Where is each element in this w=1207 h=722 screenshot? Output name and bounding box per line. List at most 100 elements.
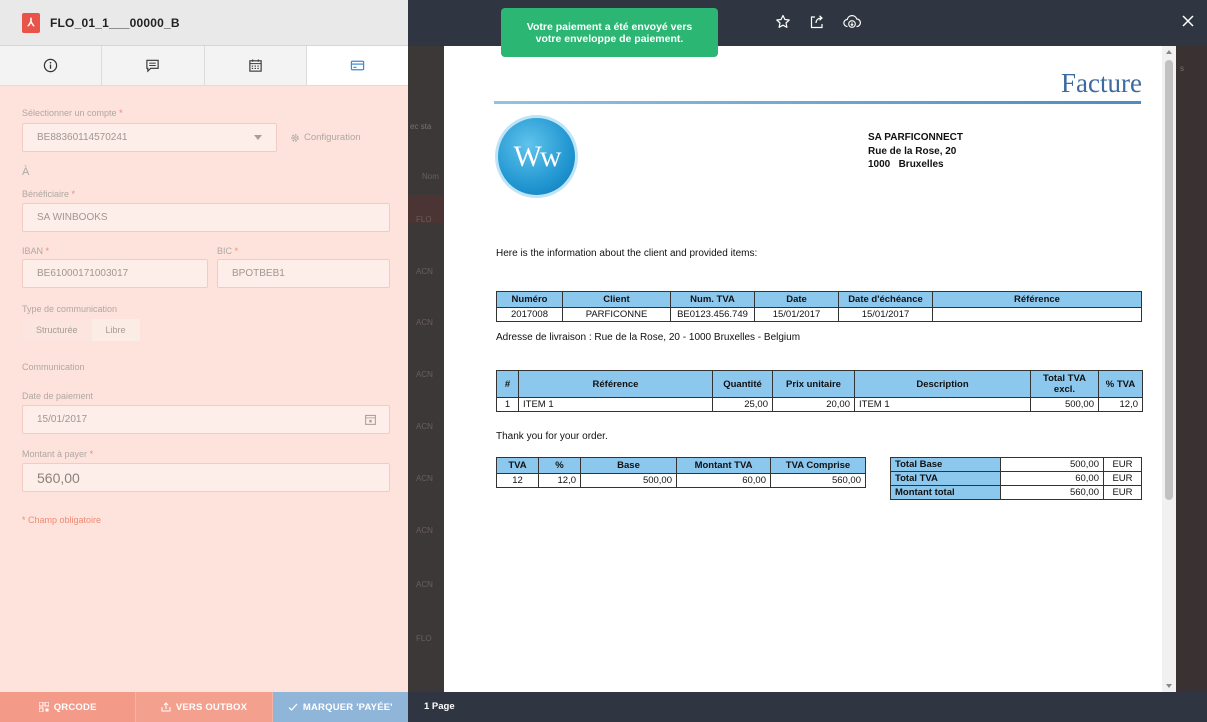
col-header: Date d'échéance xyxy=(838,291,933,308)
outbox-icon xyxy=(161,702,171,712)
backdrop-right xyxy=(1176,46,1207,692)
mark-paid-button[interactable]: MARQUER 'PAYÉE' xyxy=(272,692,408,722)
thanks-note: Thank you for your order. xyxy=(496,431,608,442)
beneficiary-label: Bénéficiaire * xyxy=(22,189,76,199)
comm-type-structured[interactable]: Structurée xyxy=(22,319,92,341)
table-row: Total Base 500,00 EUR xyxy=(890,457,1142,472)
bic-label: BIC * xyxy=(217,246,239,256)
qrcode-label: QRCODE xyxy=(53,701,97,713)
col-header: Total TVA excl. xyxy=(1030,370,1099,398)
panel-tabs xyxy=(0,46,408,86)
scroll-up-arrow[interactable] xyxy=(1166,50,1172,54)
chevron-down-icon xyxy=(254,135,262,140)
mark-paid-label: MARQUER 'PAYÉE' xyxy=(302,701,393,713)
comment-icon xyxy=(146,59,160,73)
total-currency: EUR xyxy=(1103,471,1142,486)
card-icon xyxy=(350,60,365,71)
date-label: Date de paiement xyxy=(22,391,94,401)
total-currency: EUR xyxy=(1103,485,1142,500)
beneficiary-value: SA WINBOOKS xyxy=(37,212,108,223)
backdrop-list-strip xyxy=(408,46,444,692)
to-heading: À xyxy=(22,166,30,178)
beneficiary-input[interactable]: SA WINBOOKS xyxy=(22,203,390,232)
tab-comments[interactable] xyxy=(102,46,205,85)
backdrop-row: FLO xyxy=(416,634,432,643)
backdrop-row: ACN xyxy=(416,370,433,379)
company-logo: Ww xyxy=(495,115,578,198)
cell xyxy=(932,307,1142,322)
cell: 12 xyxy=(496,473,539,488)
payment-panel: ⅄ FLO_01_1___00000_B Sélectionner un com… xyxy=(0,0,408,722)
iban-value: BE61000171003017 xyxy=(37,268,129,279)
tab-info[interactable] xyxy=(0,46,103,85)
cell: 1 xyxy=(496,397,519,412)
qrcode-button[interactable]: QRCODE xyxy=(0,692,136,722)
cell: 60,00 xyxy=(676,473,771,488)
file-titlebar: ⅄ FLO_01_1___00000_B xyxy=(0,0,408,46)
check-icon xyxy=(288,703,298,711)
cell: 20,00 xyxy=(772,397,855,412)
iban-input[interactable]: BE61000171003017 xyxy=(22,259,208,288)
col-header: Montant TVA xyxy=(676,457,771,474)
scrollbar-thumb[interactable] xyxy=(1165,60,1173,500)
required-note: * Champ obligatoire xyxy=(22,515,102,525)
col-header: Num. TVA xyxy=(670,291,755,308)
col-header: Date xyxy=(754,291,839,308)
col-header: Référence xyxy=(932,291,1142,308)
calendar-icon xyxy=(248,59,262,72)
cell: 25,00 xyxy=(712,397,773,412)
date-input[interactable]: 15/01/2017 xyxy=(22,405,390,434)
panel-footer: QRCODE VERS OUTBOX MARQUER 'PAYÉE' xyxy=(0,692,408,722)
col-header: Base xyxy=(580,457,677,474)
col-header: % xyxy=(538,457,581,474)
col-header: Prix unitaire xyxy=(772,370,855,398)
col-header: % TVA xyxy=(1098,370,1143,398)
cloud-download-icon[interactable] xyxy=(843,14,861,30)
outbox-label: VERS OUTBOX xyxy=(175,701,248,713)
close-icon[interactable] xyxy=(1181,14,1195,33)
iban-label: IBAN * xyxy=(22,246,50,256)
amount-input[interactable]: 560,00 xyxy=(22,463,390,492)
configuration-label: Configuration xyxy=(304,132,361,143)
star-icon[interactable] xyxy=(775,14,791,30)
total-label: Montant total xyxy=(890,485,1001,500)
tab-payment[interactable] xyxy=(306,46,408,85)
table-row: Total TVA 60,00 EUR xyxy=(890,471,1142,486)
scroll-down-arrow[interactable] xyxy=(1166,684,1172,688)
total-value: 60,00 xyxy=(1000,471,1104,486)
col-header: Numéro xyxy=(496,291,563,308)
backdrop-row: ACN xyxy=(416,526,433,535)
calendar-icon[interactable] xyxy=(364,413,377,426)
col-header: Référence xyxy=(518,370,713,398)
col-header: Quantité xyxy=(712,370,773,398)
comm-type-free[interactable]: Libre xyxy=(92,319,140,341)
date-value: 15/01/2017 xyxy=(37,414,88,425)
total-label: Total Base xyxy=(890,457,1001,472)
vat-table: TVA % Base Montant TVA TVA Comprise 12 1… xyxy=(496,457,866,488)
communication-label: Communication xyxy=(22,362,85,372)
bic-value: BPOTBEB1 xyxy=(232,268,285,279)
info-icon xyxy=(43,58,58,73)
cell: 500,00 xyxy=(580,473,677,488)
outbox-button[interactable]: VERS OUTBOX xyxy=(135,692,273,722)
qrcode-icon xyxy=(38,702,49,712)
tab-calendar[interactable] xyxy=(205,46,307,85)
cell: PARFICONNE xyxy=(562,307,671,322)
configuration-link[interactable]: Configuration xyxy=(290,132,361,143)
backdrop-row: ACN xyxy=(416,267,433,276)
comm-type-label: Type de communication xyxy=(22,304,118,314)
gear-icon xyxy=(291,133,299,142)
payment-sent-toast: Votre paiement a été envoyé vers votre e… xyxy=(501,8,718,57)
share-icon[interactable] xyxy=(809,14,825,30)
comm-type-toggle: Structurée Libre xyxy=(22,319,140,341)
col-header: Client xyxy=(562,291,671,308)
bic-input[interactable]: BPOTBEB1 xyxy=(217,259,390,288)
viewer-scrollbar[interactable] xyxy=(1162,46,1176,692)
backdrop-text: s xyxy=(1180,64,1184,73)
account-select[interactable]: BE88360114570241 xyxy=(22,123,277,152)
company-city: 1000 Bruxelles xyxy=(868,159,944,170)
backdrop-row: ACN xyxy=(416,474,433,483)
company-address: SA PARFICONNECT Rue de la Rose, 20 1000 … xyxy=(868,131,963,172)
table-row: Montant total 560,00 EUR xyxy=(890,485,1142,500)
backdrop-text: ec sta xyxy=(410,122,432,131)
